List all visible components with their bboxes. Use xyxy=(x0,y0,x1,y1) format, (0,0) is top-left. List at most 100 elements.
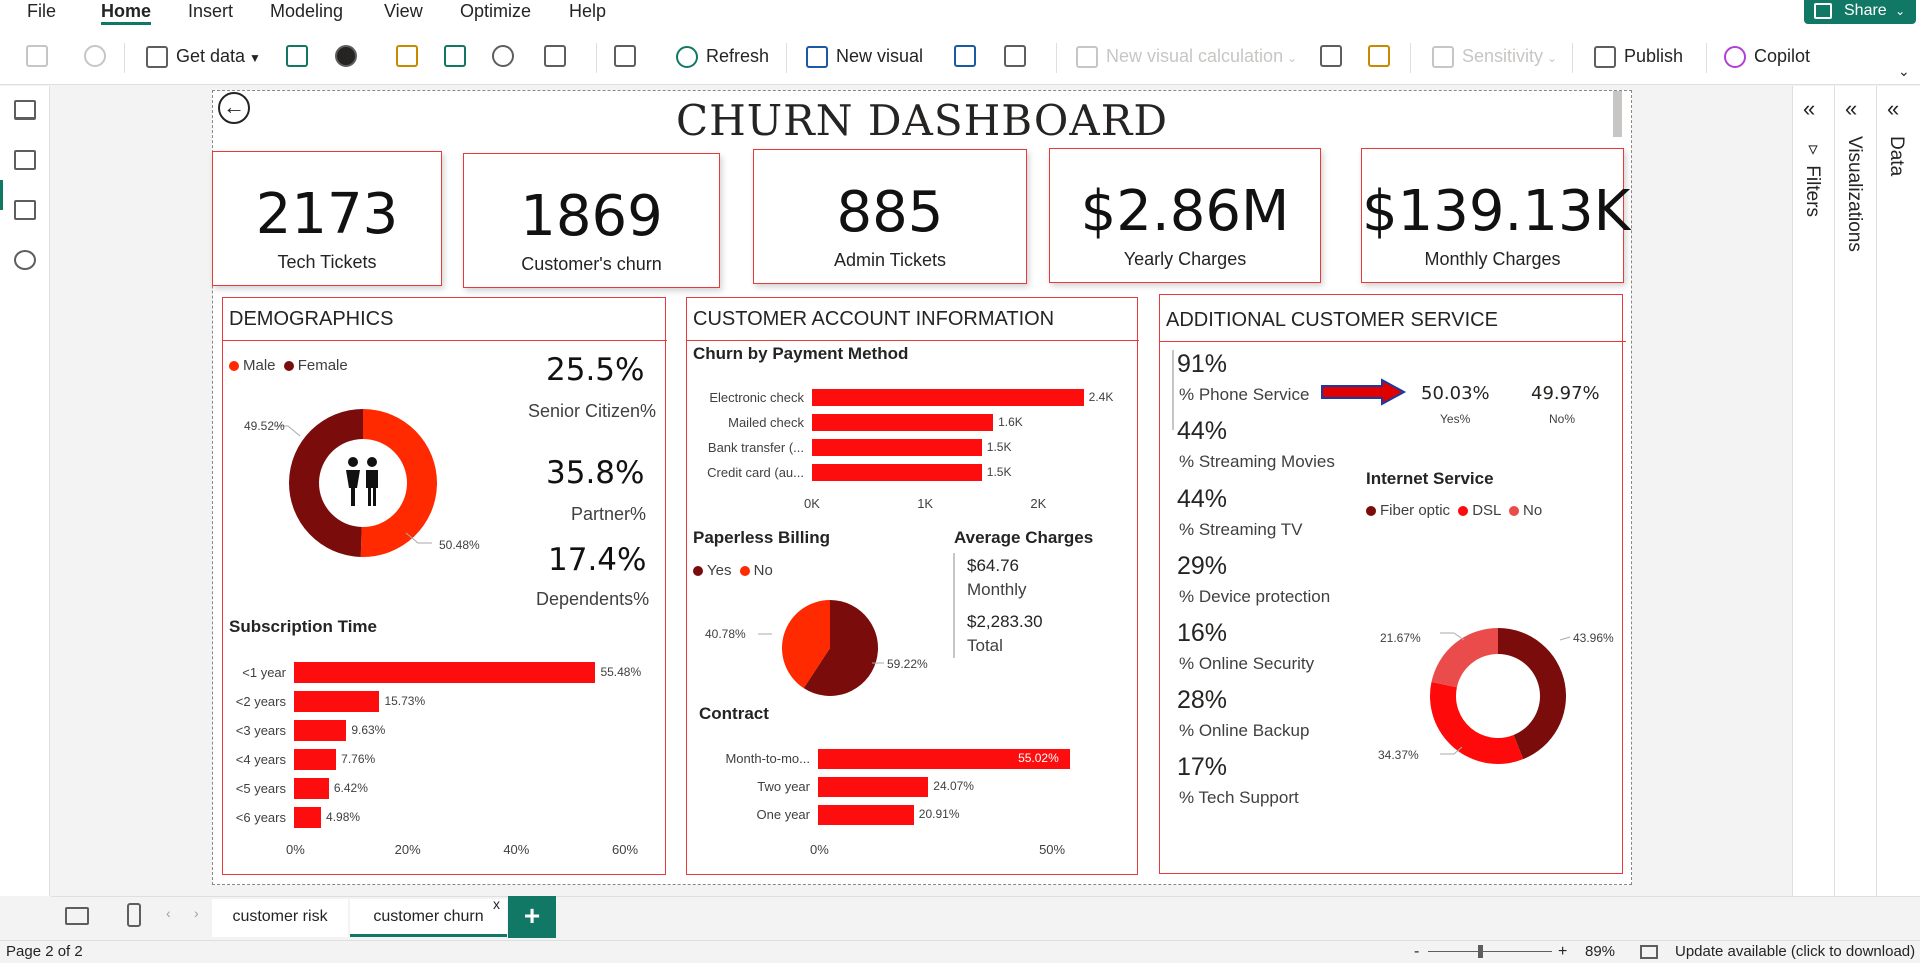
legend-label[interactable]: No xyxy=(1523,502,1542,519)
paste-icon[interactable] xyxy=(26,45,48,67)
payment-method-chart[interactable]: Electronic check 2.4K Mailed check 1.6K Bank… xyxy=(686,382,1126,517)
phone-yes-value: 50.03% xyxy=(1421,383,1490,404)
leader-line xyxy=(1453,632,1465,641)
collapse-chevron-icon[interactable]: « xyxy=(1845,96,1857,122)
pie-label-yes: 59.22% xyxy=(887,657,928,671)
bar[interactable] xyxy=(294,720,347,741)
refresh-label: Refresh xyxy=(706,46,770,66)
bar[interactable] xyxy=(812,414,994,431)
sensitivity-icon xyxy=(1432,46,1454,69)
dataverse-icon[interactable] xyxy=(492,45,514,67)
zoom-level[interactable]: 89% xyxy=(1585,941,1615,963)
copilot-button[interactable]: Copilot xyxy=(1724,41,1810,71)
menu-insert[interactable]: Insert xyxy=(188,0,233,25)
sql-icon[interactable] xyxy=(396,45,418,67)
legend-label[interactable]: Fiber optic xyxy=(1380,502,1450,519)
bar[interactable] xyxy=(812,464,982,481)
menu-file[interactable]: File xyxy=(27,0,56,25)
zoom-slider-thumb[interactable] xyxy=(1478,945,1483,958)
desktop-layout-icon[interactable] xyxy=(65,907,89,925)
menu-view[interactable]: View xyxy=(384,0,423,25)
onelake-icon[interactable] xyxy=(335,45,357,67)
service-stat-label: % Online Backup xyxy=(1179,721,1310,740)
collapse-chevron-icon[interactable]: « xyxy=(1803,96,1815,122)
zoom-in-button[interactable]: + xyxy=(1558,941,1567,963)
contract-chart[interactable]: Month-to-mo... 55.02% Two year 24.07% One ye… xyxy=(686,740,1126,865)
bar[interactable] xyxy=(294,807,322,828)
bar[interactable] xyxy=(812,389,1084,406)
table-view-icon[interactable] xyxy=(14,150,36,170)
bar[interactable] xyxy=(818,777,929,797)
bar[interactable] xyxy=(294,749,337,770)
bar[interactable] xyxy=(294,778,329,799)
enter-data-icon[interactable] xyxy=(444,45,466,67)
collapse-chevron-icon[interactable]: « xyxy=(1887,96,1899,122)
bar[interactable] xyxy=(294,691,380,712)
data-pane[interactable]: « Data xyxy=(1876,86,1920,896)
prev-page-icon[interactable]: ‹ xyxy=(166,905,171,921)
zoom-slider-track[interactable] xyxy=(1428,951,1552,952)
menu-help[interactable]: Help xyxy=(569,0,606,25)
menu-home[interactable]: Home xyxy=(101,0,152,25)
filters-pane[interactable]: « ▿ Filters xyxy=(1792,86,1834,896)
legend-label[interactable]: DSL xyxy=(1472,502,1501,519)
filters-label: ▿ Filters xyxy=(1801,138,1823,217)
tab-customer-churn[interactable]: customer churn xyxy=(350,899,507,937)
tab-customer-risk[interactable]: customer risk xyxy=(212,899,348,937)
subscription-time-chart[interactable]: <1 year 55.48% <2 years 15.73% <3 years 9.63%… xyxy=(222,655,662,865)
bar[interactable] xyxy=(812,439,982,456)
publish-button[interactable]: Publish xyxy=(1594,41,1683,71)
legend-dot-no xyxy=(1509,506,1519,516)
menu-optimize[interactable]: Optimize xyxy=(460,0,531,25)
service-stat-value: 44% xyxy=(1177,485,1228,513)
internet-service-donut[interactable] xyxy=(1400,610,1600,780)
axis-tick-label: 0% xyxy=(810,842,829,857)
excel-icon[interactable] xyxy=(286,45,308,67)
get-data-button[interactable]: Get data ▼ xyxy=(146,41,261,71)
add-page-button[interactable]: + xyxy=(508,896,556,938)
legend-label[interactable]: Female xyxy=(298,357,348,374)
bar[interactable] xyxy=(818,805,914,825)
share-button[interactable]: Share ⌄ xyxy=(1804,0,1916,24)
average-charges-divider xyxy=(953,553,955,658)
close-tab-icon[interactable]: x xyxy=(493,896,500,912)
gender-donut-chart[interactable] xyxy=(222,380,472,580)
kpi-card-customer-churn[interactable]: 1869 Customer's churn xyxy=(463,153,720,288)
kpi-label: Admin Tickets xyxy=(833,250,947,270)
quick-measure-icon[interactable] xyxy=(1368,45,1390,67)
model-view-icon[interactable] xyxy=(14,200,36,220)
new-measure-icon[interactable] xyxy=(1320,45,1342,67)
sensitivity-button[interactable]: Sensitivity ⌄ xyxy=(1432,41,1557,71)
collapse-ribbon-icon[interactable]: ⌄ xyxy=(1898,63,1910,80)
legend-label[interactable]: Yes xyxy=(707,562,731,579)
bar-data-label: 4.98% xyxy=(326,809,361,824)
refresh-button[interactable]: Refresh xyxy=(676,41,769,71)
new-visual-calculation-button[interactable]: New visual calculation ⌄ xyxy=(1076,41,1297,71)
visualizations-pane[interactable]: « Visualizations xyxy=(1834,86,1876,896)
update-available-link[interactable]: Update available (click to download) xyxy=(1675,941,1915,963)
legend-label[interactable]: Male xyxy=(243,357,276,374)
calculation-icon xyxy=(1076,46,1098,69)
text-box-icon[interactable] xyxy=(954,45,976,67)
fit-to-page-icon[interactable] xyxy=(1640,945,1658,959)
legend-label[interactable]: No xyxy=(754,562,773,579)
kpi-card-yearly-charges[interactable]: $2.86M Yearly Charges xyxy=(1049,148,1321,283)
new-visual-button[interactable]: New visual xyxy=(806,41,923,71)
report-view-icon[interactable] xyxy=(14,100,36,120)
menu-modeling[interactable]: Modeling xyxy=(270,0,343,25)
more-visuals-icon[interactable] xyxy=(1004,45,1026,67)
zoom-out-button[interactable]: - xyxy=(1414,941,1419,963)
kpi-card-monthly-charges[interactable]: $139.13K Monthly Charges xyxy=(1361,148,1630,283)
kpi-card-tech-tickets[interactable]: 2173 Tech Tickets xyxy=(212,151,442,286)
bar[interactable] xyxy=(294,662,596,683)
transform-data-icon[interactable] xyxy=(614,45,636,67)
mobile-layout-icon[interactable] xyxy=(127,903,141,927)
recent-sources-icon[interactable] xyxy=(544,45,566,67)
format-painter-icon[interactable] xyxy=(84,45,106,67)
dax-query-view-icon[interactable] xyxy=(14,250,36,270)
bar-category-label: <3 years xyxy=(235,722,286,738)
next-page-icon[interactable]: › xyxy=(194,905,199,921)
kpi-card-admin-tickets[interactable]: 885 Admin Tickets xyxy=(753,149,1027,284)
paperless-pie-chart[interactable] xyxy=(750,590,910,710)
kpi-value: 1869 xyxy=(520,184,663,249)
